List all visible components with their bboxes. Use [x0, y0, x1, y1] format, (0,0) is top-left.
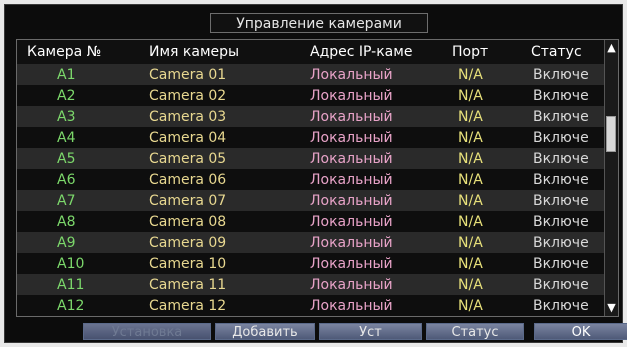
table-row[interactable]: A10 Camera 10 Локальный N/A Включе	[17, 253, 607, 274]
camera-port: N/A	[458, 192, 483, 209]
camera-ip: Локальный	[310, 66, 393, 83]
camera-ip: Локальный	[310, 87, 393, 104]
camera-port: N/A	[458, 87, 483, 104]
camera-number: A10	[57, 255, 85, 272]
camera-number: A9	[57, 234, 76, 251]
camera-name: Camera 12	[149, 297, 227, 314]
camera-number: A5	[57, 150, 76, 167]
camera-name: Camera 08	[149, 213, 227, 230]
table-row[interactable]: A7 Camera 07 Локальный N/A Включе	[17, 190, 607, 211]
header-port[interactable]: Порт	[448, 44, 525, 60]
camera-number: A8	[57, 213, 76, 230]
camera-number: A11	[57, 276, 85, 293]
camera-status: Включе	[533, 66, 589, 83]
table-header: Камера № Имя камеры Адрес IP-каме Порт С…	[17, 40, 607, 64]
camera-name: Camera 05	[149, 150, 227, 167]
camera-ip: Локальный	[310, 171, 393, 188]
camera-name: Camera 01	[149, 66, 227, 83]
chevron-up-icon[interactable]: ▲	[605, 40, 618, 56]
header-ip-address[interactable]: Адрес IP-каме	[302, 44, 448, 60]
ok-button[interactable]: OK	[534, 323, 627, 340]
camera-ip: Локальный	[310, 192, 393, 209]
camera-status: Включе	[533, 213, 589, 230]
camera-number: A1	[57, 66, 76, 83]
camera-status: Включе	[533, 192, 589, 209]
camera-port: N/A	[458, 171, 483, 188]
table-row[interactable]: A6 Camera 06 Локальный N/A Включе	[17, 169, 607, 190]
camera-port: N/A	[458, 213, 483, 230]
camera-name: Camera 06	[149, 171, 227, 188]
table-row[interactable]: A4 Camera 04 Локальный N/A Включе	[17, 127, 607, 148]
camera-ip: Локальный	[310, 297, 393, 314]
camera-number: A4	[57, 129, 76, 146]
camera-management-window: Управление камерами Камера № Имя камеры …	[4, 4, 627, 343]
settings-button[interactable]: Уст	[319, 323, 422, 340]
camera-port: N/A	[458, 276, 483, 293]
scrollbar-thumb[interactable]	[606, 116, 616, 152]
table-row[interactable]: A12 Camera 12 Локальный N/A Включе	[17, 295, 607, 316]
header-camera-name[interactable]: Имя камеры	[141, 44, 302, 60]
camera-ip: Локальный	[310, 276, 393, 293]
camera-name: Camera 11	[149, 276, 227, 293]
table-row[interactable]: A1 Camera 01 Локальный N/A Включе	[17, 64, 607, 85]
table-rows: A1 Camera 01 Локальный N/A Включе A2 Cam…	[17, 64, 607, 316]
camera-table: Камера № Имя камеры Адрес IP-каме Порт С…	[16, 39, 619, 317]
camera-ip: Локальный	[310, 129, 393, 146]
camera-ip: Локальный	[310, 213, 393, 230]
camera-number: A6	[57, 171, 76, 188]
table-row[interactable]: A8 Camera 08 Локальный N/A Включе	[17, 211, 607, 232]
table-row[interactable]: A9 Camera 09 Локальный N/A Включе	[17, 232, 607, 253]
camera-status: Включе	[533, 171, 589, 188]
chevron-down-icon[interactable]: ▼	[605, 300, 618, 316]
header-camera-number[interactable]: Камера №	[17, 44, 141, 60]
camera-name: Camera 07	[149, 192, 227, 209]
table-row[interactable]: A3 Camera 03 Локальный N/A Включе	[17, 106, 607, 127]
camera-name: Camera 02	[149, 87, 227, 104]
camera-ip: Локальный	[310, 255, 393, 272]
button-bar: Установка Добавить Уст Статус OK	[83, 323, 627, 340]
camera-port: N/A	[458, 234, 483, 251]
camera-ip: Локальный	[310, 150, 393, 167]
camera-port: N/A	[458, 150, 483, 167]
camera-status: Включе	[533, 297, 589, 314]
camera-status: Включе	[533, 255, 589, 272]
setup-button[interactable]: Установка	[83, 323, 211, 340]
camera-number: A12	[57, 297, 85, 314]
camera-name: Camera 04	[149, 129, 227, 146]
camera-status: Включе	[533, 150, 589, 167]
camera-port: N/A	[458, 66, 483, 83]
camera-number: A2	[57, 87, 76, 104]
camera-ip: Локальный	[310, 234, 393, 251]
camera-name: Camera 03	[149, 108, 227, 125]
camera-status: Включе	[533, 234, 589, 251]
camera-port: N/A	[458, 129, 483, 146]
camera-status: Включе	[533, 108, 589, 125]
add-button[interactable]: Добавить	[215, 323, 315, 340]
camera-status: Включе	[533, 276, 589, 293]
table-scrollbar[interactable]: ▲ ▼	[604, 40, 618, 316]
camera-port: N/A	[458, 297, 483, 314]
camera-status: Включе	[533, 87, 589, 104]
camera-name: Camera 09	[149, 234, 227, 251]
table-row[interactable]: A2 Camera 02 Локальный N/A Включе	[17, 85, 607, 106]
camera-port: N/A	[458, 108, 483, 125]
status-button[interactable]: Статус	[426, 323, 524, 340]
camera-ip: Локальный	[310, 108, 393, 125]
table-row[interactable]: A5 Camera 05 Локальный N/A Включе	[17, 148, 607, 169]
table-row[interactable]: A11 Camera 11 Локальный N/A Включе	[17, 274, 607, 295]
window-title: Управление камерами	[210, 13, 428, 33]
camera-name: Camera 10	[149, 255, 227, 272]
camera-status: Включе	[533, 129, 589, 146]
camera-number: A7	[57, 192, 76, 209]
camera-number: A3	[57, 108, 76, 125]
header-status[interactable]: Статус	[525, 44, 607, 60]
camera-port: N/A	[458, 255, 483, 272]
